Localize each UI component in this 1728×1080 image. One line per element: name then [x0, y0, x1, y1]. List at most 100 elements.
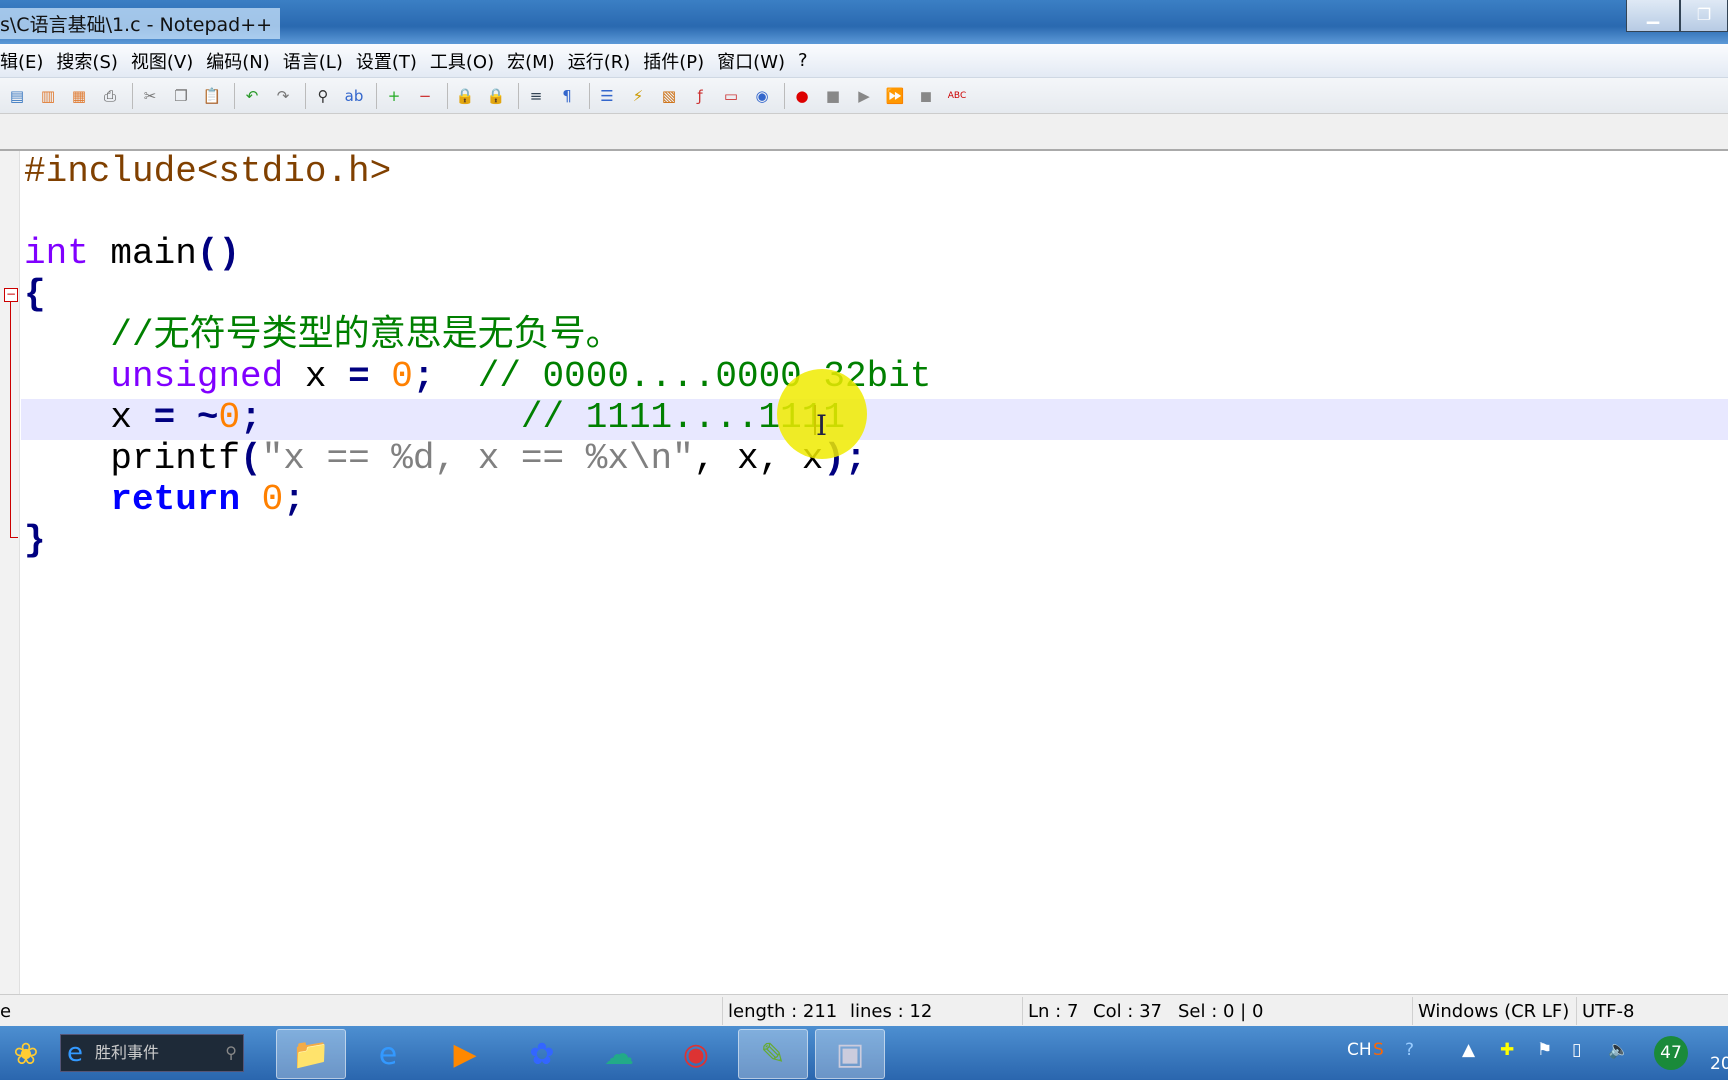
code-token: ;: [412, 356, 435, 397]
fold-line: [10, 302, 11, 538]
spell-check-button[interactable]: ABC: [944, 83, 970, 109]
code-token: (: [240, 438, 262, 479]
fold-collapse-icon[interactable]: −: [4, 288, 18, 302]
open-file-button[interactable]: ▥: [35, 83, 61, 109]
sync-vertical-button[interactable]: 🔒: [452, 83, 478, 109]
menu-item[interactable]: 语言(L): [283, 48, 343, 74]
paste-button[interactable]: 📋: [199, 83, 225, 109]
toolbar-separator: [234, 82, 235, 109]
toolbar-separator: [132, 82, 133, 109]
stop-macro-button[interactable]: ■: [820, 83, 846, 109]
code-token: "x == %d, x == %x\n": [261, 438, 694, 479]
menu-item[interactable]: 运行(R): [568, 48, 631, 74]
minimize-button[interactable]: ▁: [1626, 0, 1680, 32]
menu-item[interactable]: 插件(P): [643, 48, 704, 74]
undo-button[interactable]: ↶: [239, 83, 265, 109]
menu-item[interactable]: 宏(M): [507, 48, 555, 74]
print-icon: ⎙: [103, 86, 116, 105]
notepad-plus-plus-icon: ✎: [760, 1036, 786, 1072]
code-text[interactable]: #include<stdio.h> int main(){ //无符号类型的意思…: [24, 151, 931, 561]
run-macro-multiple-button[interactable]: ⏩: [882, 83, 908, 109]
record-macro-button[interactable]: ●: [789, 83, 815, 109]
sync-horizontal-button[interactable]: 🔒: [483, 83, 509, 109]
notepad-plus-plus-taskbar-button[interactable]: ✎: [738, 1029, 808, 1079]
code-token: x: [283, 356, 349, 397]
power-icon[interactable]: ▯: [1572, 1040, 1581, 1060]
find-button[interactable]: ⚲: [310, 83, 336, 109]
help-icon[interactable]: ?: [1405, 1040, 1414, 1060]
code-token: 0: [261, 479, 284, 520]
minimize-icon: ▁: [1646, 5, 1660, 24]
show-hidden-icons-icon[interactable]: ▲: [1462, 1040, 1475, 1060]
menu-item[interactable]: 编码(N): [206, 48, 270, 74]
internet-explorer-taskbar-button[interactable]: e: [353, 1029, 423, 1079]
baidu-netdisk-taskbar-button[interactable]: ✿: [507, 1029, 577, 1079]
doc-map-button[interactable]: ▧: [656, 83, 682, 109]
status-encoding: UTF-8: [1582, 1001, 1635, 1022]
replace-button[interactable]: ab: [341, 83, 367, 109]
badge-counter[interactable]: 47: [1654, 1036, 1688, 1070]
action-center-flag-icon[interactable]: ⚑: [1537, 1040, 1552, 1060]
show-all-chars-button[interactable]: ¶: [554, 83, 580, 109]
menu-item[interactable]: 辑(E): [0, 48, 43, 74]
status-col: Col : 37: [1093, 1001, 1162, 1022]
menu-item[interactable]: 窗口(W): [717, 48, 785, 74]
ime-indicator[interactable]: CH: [1347, 1040, 1372, 1060]
folder-workspace-button[interactable]: ▭: [718, 83, 744, 109]
play-macro-button[interactable]: ▶: [851, 83, 877, 109]
code-token: }: [24, 520, 46, 561]
cloud-taskbar-button[interactable]: ☁: [584, 1029, 654, 1079]
code-token: =: [153, 397, 176, 438]
code-editor[interactable]: − #include<stdio.h> int main(){ //无符号类型的…: [0, 151, 1728, 994]
save-button[interactable]: ▦: [66, 83, 92, 109]
restore-button[interactable]: ❐: [1680, 0, 1728, 32]
menu-item[interactable]: 设置(T): [356, 48, 417, 74]
doc-map-icon: ▧: [661, 86, 677, 105]
start-orb-icon: ❀: [13, 1036, 39, 1072]
code-token: // 0000....0000 32bit: [477, 356, 932, 397]
show-all-chars-icon: ¶: [562, 86, 572, 105]
code-line: return 0;: [24, 479, 931, 520]
clock[interactable]: 20: [1710, 1054, 1728, 1074]
udl-button[interactable]: ⚡: [625, 83, 651, 109]
toolbar-separator: [376, 82, 377, 109]
tray-app-icon[interactable]: ✚: [1500, 1040, 1514, 1060]
start-button[interactable]: ❀: [0, 1029, 52, 1079]
monitoring-button[interactable]: ◉: [749, 83, 775, 109]
window-app-taskbar-button[interactable]: ▣: [815, 1029, 885, 1079]
indent-guide-icon: ☰: [600, 86, 614, 105]
menu-item[interactable]: 工具(O): [430, 48, 494, 74]
ibeam-cursor-icon: I: [816, 409, 828, 442]
media-player-taskbar-button[interactable]: ▶: [430, 1029, 500, 1079]
code-token: 0: [218, 397, 241, 438]
indent-guide-button[interactable]: ☰: [594, 83, 620, 109]
toolbar-separator: [518, 82, 519, 109]
fold-margin: [0, 151, 20, 994]
sogou-ime-icon[interactable]: S: [1373, 1040, 1384, 1060]
chrome-taskbar-button[interactable]: ◉: [661, 1029, 731, 1079]
print-button[interactable]: ⎙: [97, 83, 123, 109]
save-macro-button[interactable]: ◼: [913, 83, 939, 109]
menu-item[interactable]: 视图(V): [131, 48, 193, 74]
internet-explorer-icon: e: [378, 1036, 398, 1072]
code-token: ;: [283, 479, 305, 520]
new-file-button[interactable]: ▤: [4, 83, 30, 109]
redo-button[interactable]: ↷: [270, 83, 296, 109]
cut-button[interactable]: ✂: [137, 83, 163, 109]
menu-item[interactable]: 搜索(S): [56, 48, 117, 74]
toolbar-separator: [589, 82, 590, 109]
file-explorer-taskbar-button[interactable]: 📁: [276, 1029, 346, 1079]
copy-button[interactable]: ❐: [168, 83, 194, 109]
function-list-button[interactable]: ƒ: [687, 83, 713, 109]
menu-item[interactable]: ?: [798, 50, 808, 71]
zoom-out-button[interactable]: −: [412, 83, 438, 109]
replace-icon: ab: [344, 86, 364, 105]
volume-icon[interactable]: 🔈: [1608, 1040, 1629, 1060]
word-wrap-button[interactable]: ≡: [523, 83, 549, 109]
paste-icon: 📋: [202, 86, 222, 105]
taskbar-search[interactable]: e 胜利事件 ⚲: [60, 1034, 244, 1072]
zoom-in-button[interactable]: +: [381, 83, 407, 109]
